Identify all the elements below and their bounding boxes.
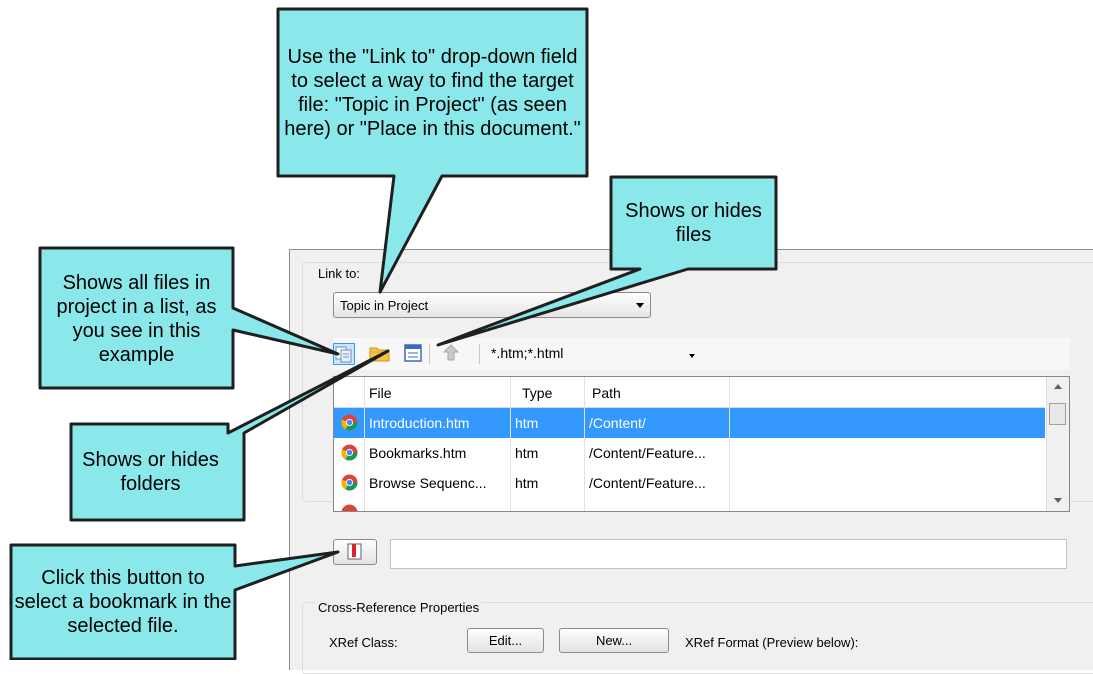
callout-link-to-text: Use the "Link to" drop-down field to sel… [284, 46, 581, 140]
callout-all-files-text: Shows all files in project in a list, as… [56, 271, 217, 366]
callout-folders-text: Shows or hides folders [82, 449, 219, 495]
callout-files-text: Shows or hides files [625, 200, 762, 246]
callout-bookmark-text: Click this button to select a bookmark i… [14, 567, 232, 637]
